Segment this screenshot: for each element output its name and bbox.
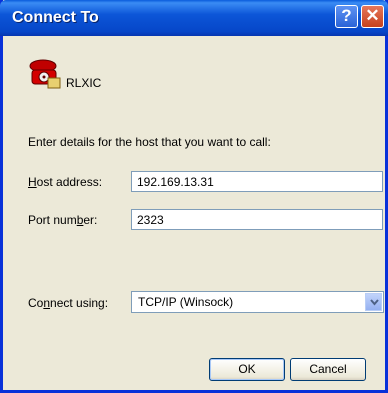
port-number-input[interactable] <box>131 209 383 230</box>
close-icon: ✕ <box>365 6 380 25</box>
cancel-button[interactable]: Cancel <box>290 358 366 381</box>
port-number-label: Port number: <box>28 213 98 227</box>
host-address-label: Host address: <box>28 175 103 189</box>
title-bar[interactable]: Connect To ? ✕ <box>0 0 388 36</box>
help-button[interactable]: ? <box>335 5 358 28</box>
window-title: Connect To <box>12 9 99 26</box>
ok-button[interactable]: OK <box>209 358 285 381</box>
chevron-down-icon <box>370 299 379 306</box>
close-button[interactable]: ✕ <box>361 5 384 28</box>
connection-name: RLXIC <box>66 76 102 90</box>
connect-using-select[interactable]: TCP/IP (Winsock) <box>131 291 384 313</box>
dropdown-button[interactable] <box>365 293 382 311</box>
help-icon: ? <box>341 6 352 25</box>
connect-using-label: Connect using: <box>28 296 109 310</box>
prompt-text: Enter details for the host that you want… <box>28 135 271 149</box>
connect-using-value: TCP/IP (Winsock) <box>138 295 234 309</box>
connect-to-dialog: Connect To ? ✕ RLXIC Enter details for t… <box>0 0 388 393</box>
telephone-icon <box>29 59 61 89</box>
host-address-input[interactable] <box>131 171 383 192</box>
